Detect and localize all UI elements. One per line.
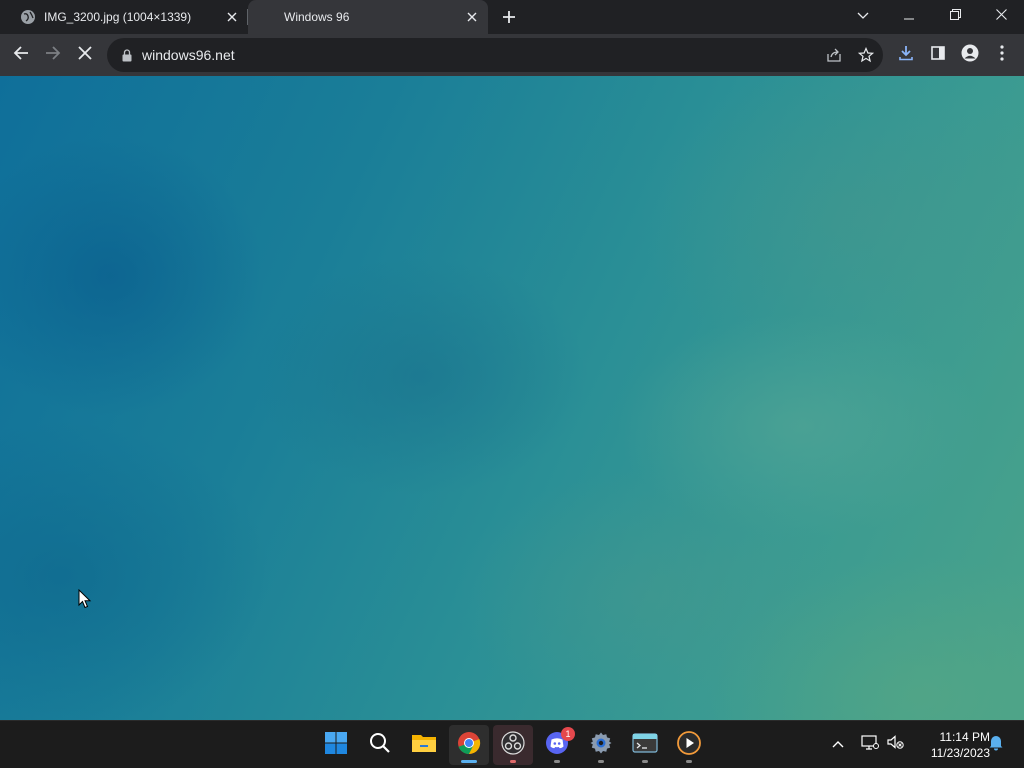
running-indicator (642, 760, 648, 763)
search-button[interactable] (360, 725, 400, 765)
close-window-button[interactable] (978, 0, 1024, 32)
folder-icon (411, 732, 437, 759)
profile-icon (961, 44, 979, 67)
terminal-icon (632, 732, 658, 759)
download-icon (898, 45, 914, 66)
search-icon (369, 732, 391, 759)
tab-strip: IMG_3200.jpg (1004×1339) Windows 96 (0, 0, 1024, 34)
clock-button[interactable]: 11:14 PM 11/23/2023 (912, 729, 990, 761)
clock-date: 11/23/2023 (930, 746, 990, 760)
bell-icon (988, 733, 1004, 756)
running-indicator (686, 760, 692, 763)
lock-icon[interactable] (121, 48, 133, 62)
forward-button[interactable] (37, 39, 69, 71)
start-button[interactable] (316, 725, 356, 765)
obs-icon (501, 730, 525, 760)
star-icon[interactable] (854, 43, 878, 67)
windows-start-icon (324, 731, 348, 760)
minimize-button[interactable] (886, 0, 932, 32)
obs-taskbar-button[interactable] (493, 725, 533, 765)
minimize-icon (904, 7, 914, 25)
settings-gear-icon (589, 731, 613, 760)
restore-icon (949, 7, 961, 25)
new-tab-button[interactable] (497, 5, 521, 29)
volume-muted-icon (887, 734, 905, 755)
chrome-icon (457, 731, 481, 760)
close-icon[interactable] (464, 9, 480, 25)
windows-taskbar: 1 11:14 PM 11/23/2023 (0, 720, 1024, 768)
chevron-down-icon (857, 7, 869, 25)
discord-taskbar-button[interactable]: 1 (537, 725, 577, 765)
kebab-menu-icon (1000, 44, 1004, 66)
tab-search-button[interactable] (840, 0, 886, 32)
clock-time: 11:14 PM (939, 730, 990, 744)
running-indicator (598, 760, 604, 763)
page-wallpaper[interactable] (0, 76, 1024, 720)
file-explorer-button[interactable] (404, 725, 444, 765)
running-indicator (510, 760, 516, 763)
url-text: windows96.net (142, 47, 235, 63)
menu-button[interactable] (986, 39, 1018, 71)
address-bar[interactable]: windows96.net (107, 38, 883, 72)
chevron-up-icon (832, 735, 844, 753)
back-button[interactable] (5, 39, 37, 71)
tab-img-3200[interactable]: IMG_3200.jpg (1004×1339) (8, 0, 248, 34)
side-panel-button[interactable] (922, 39, 954, 71)
downloads-button[interactable] (890, 39, 922, 71)
arrow-right-icon (45, 45, 61, 66)
settings-taskbar-button[interactable] (581, 725, 621, 765)
arrow-left-icon (13, 45, 29, 66)
loading-icon (260, 9, 276, 25)
notification-badge: 1 (561, 727, 575, 741)
media-player-taskbar-button[interactable] (669, 725, 709, 765)
network-button[interactable] (859, 733, 881, 755)
volume-button[interactable] (885, 733, 907, 755)
mouse-cursor-icon (78, 589, 92, 609)
browser-toolbar: windows96.net (0, 34, 1024, 76)
globe-icon (20, 9, 36, 25)
running-indicator (554, 760, 560, 763)
close-icon[interactable] (224, 9, 240, 25)
side-panel-icon (931, 45, 945, 65)
media-player-icon (677, 730, 701, 760)
tab-windows-96[interactable]: Windows 96 (248, 0, 488, 34)
restore-button[interactable] (932, 0, 978, 32)
tab-title: Windows 96 (284, 10, 350, 24)
show-hidden-icons-button[interactable] (827, 733, 849, 755)
chrome-taskbar-button[interactable] (449, 725, 489, 765)
stop-loading-button[interactable] (69, 39, 101, 71)
network-icon (861, 734, 879, 755)
active-indicator (461, 760, 477, 763)
tab-title: IMG_3200.jpg (1004×1339) (44, 10, 192, 24)
close-icon (78, 45, 92, 65)
share-icon[interactable] (822, 43, 846, 67)
profile-button[interactable] (954, 39, 986, 71)
terminal-taskbar-button[interactable] (625, 725, 665, 765)
close-icon (995, 7, 1007, 25)
notifications-button[interactable] (985, 733, 1007, 755)
